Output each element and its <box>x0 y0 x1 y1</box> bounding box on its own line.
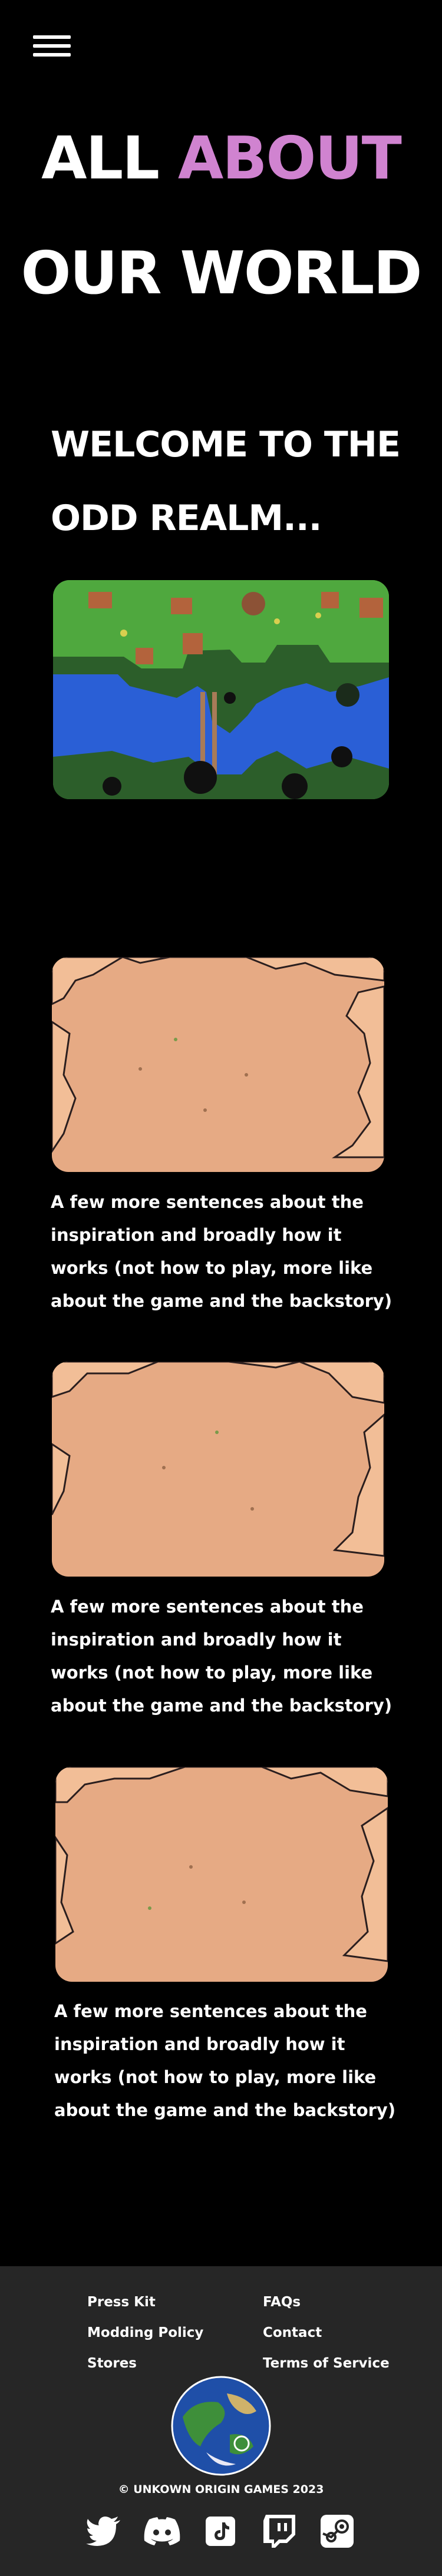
steam-icon[interactable] <box>319 2514 355 2549</box>
footer-link-terms[interactable]: Terms of Service <box>263 2356 390 2371</box>
welcome-heading-line1: WELCOME TO THE <box>51 424 401 465</box>
section-text-3: A few more sentences about the inspirati… <box>54 2001 396 2120</box>
terrain-image-2 <box>52 1362 384 1577</box>
footer-link-press-kit[interactable]: Press Kit <box>87 2294 156 2310</box>
footer-link-faqs[interactable]: FAQs <box>263 2294 301 2310</box>
world-map-image <box>53 580 389 799</box>
hero-title-accent: ABOUT <box>177 124 402 193</box>
footer-link-stores[interactable]: Stores <box>87 2356 137 2371</box>
hero-title-white: ALL <box>41 124 160 193</box>
discord-icon[interactable] <box>141 2514 183 2549</box>
twitter-icon[interactable] <box>85 2514 123 2549</box>
hero-title-line1: ALL ABOUT <box>0 124 442 193</box>
terrain-image-3 <box>55 1767 388 1982</box>
copyright-text: © UNKOWN ORIGIN GAMES 2023 <box>118 2483 324 2496</box>
site-footer: Press Kit Modding Policy Stores FAQs Con… <box>0 2266 442 2576</box>
twitch-icon[interactable] <box>262 2514 297 2549</box>
terrain-image-1 <box>52 957 384 1172</box>
footer-link-contact[interactable]: Contact <box>263 2325 322 2340</box>
hamburger-menu-icon[interactable] <box>33 35 71 60</box>
globe-logo <box>171 2376 271 2476</box>
tiktok-icon[interactable] <box>204 2514 237 2549</box>
section-text-1: A few more sentences about the inspirati… <box>51 1192 392 1311</box>
footer-link-modding-policy[interactable]: Modding Policy <box>87 2325 203 2340</box>
welcome-heading-line2: ODD REALM... <box>51 498 322 539</box>
section-text-2: A few more sentences about the inspirati… <box>51 1597 392 1716</box>
hero-title-line2: OUR WORLD <box>21 239 422 307</box>
